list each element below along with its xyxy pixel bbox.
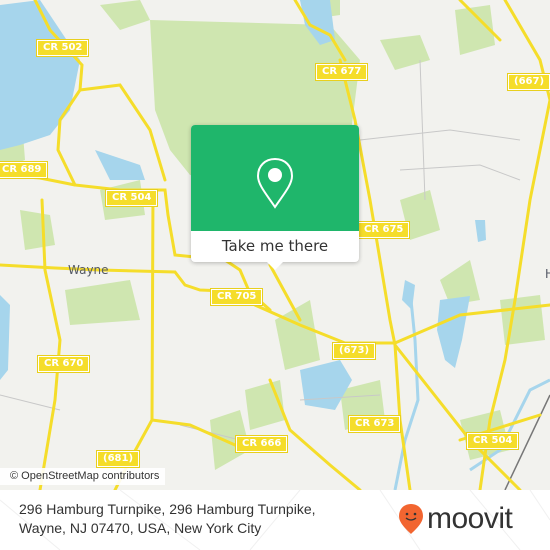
road-shield-cr-705: CR 705	[209, 288, 264, 306]
road-shield-cr-675: CR 675	[356, 221, 411, 239]
road-shield-673: (673)	[331, 342, 377, 360]
road-shield-cr-666: CR 666	[234, 435, 289, 453]
address-line-2: Wayne, NJ 07470, USA, New York City	[19, 520, 262, 536]
road-shield-681: (681)	[95, 450, 141, 468]
moovit-logo[interactable]: moovit	[398, 499, 513, 539]
address-line-1: 296 Hamburg Turnpike, 296 Hamburg Turnpi…	[19, 501, 316, 517]
take-me-there-button[interactable]: Take me there	[191, 231, 359, 262]
road-shield-cr-504: CR 504	[104, 189, 159, 207]
lake	[0, 0, 80, 150]
road-shield-cr-677: CR 677	[314, 63, 369, 81]
map-pin-icon	[256, 157, 294, 209]
popup-pointer	[267, 262, 283, 270]
location-popup: Take me there	[191, 125, 359, 270]
road-shield-cr-504-east: CR 504	[465, 432, 520, 450]
road-shield-cr-673: CR 673	[347, 415, 402, 433]
road-shield-cr-670: CR 670	[36, 355, 91, 373]
road-shield-cr-502: CR 502	[35, 39, 90, 57]
map-view[interactable]: CR 502 CR 677 (667) CR 689 CR 504 CR 675…	[0, 0, 550, 490]
place-label-partial: H	[545, 267, 550, 281]
popup-header	[191, 125, 359, 231]
footer: 296 Hamburg Turnpike, 296 Hamburg Turnpi…	[0, 490, 550, 550]
road-shield-667: (667)	[506, 73, 550, 91]
place-label-wayne: Wayne	[68, 263, 109, 277]
map-attribution[interactable]: © OpenStreetMap contributors	[0, 468, 166, 485]
moovit-wordmark: moovit	[427, 502, 513, 535]
address-text: 296 Hamburg Turnpike, 296 Hamburg Turnpi…	[19, 500, 379, 538]
road-shield-cr-689: CR 689	[0, 161, 49, 179]
moovit-smile-pin-icon	[399, 504, 423, 534]
